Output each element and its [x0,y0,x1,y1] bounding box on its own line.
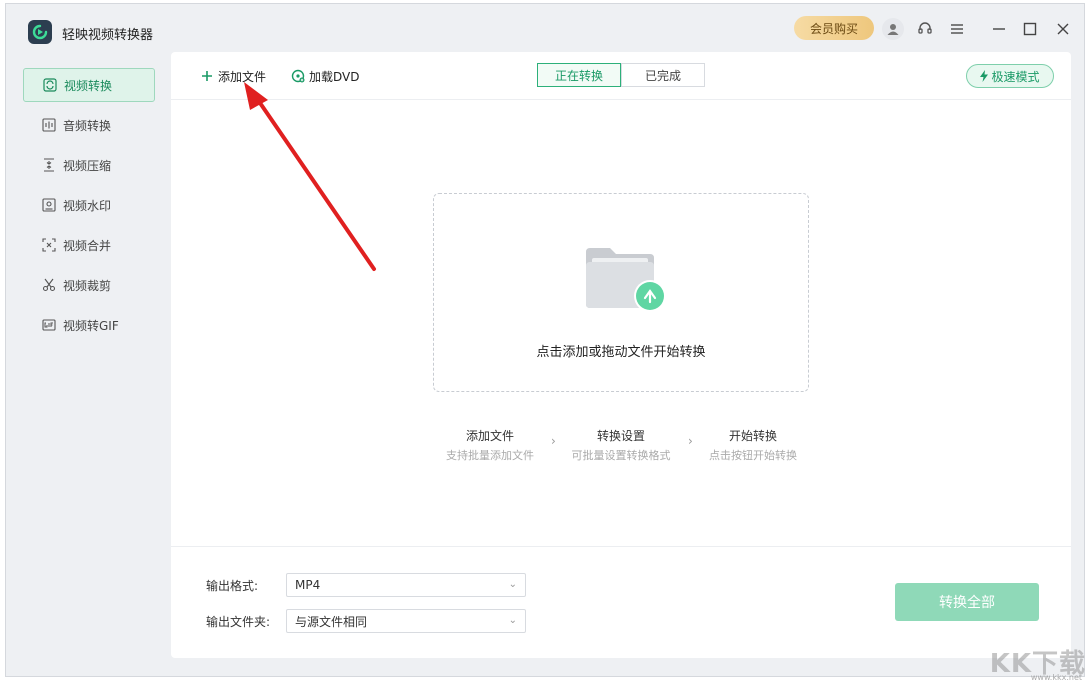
annotation-arrow-icon [0,0,1090,682]
site-watermark-url: www.kkx.net [1031,673,1082,682]
